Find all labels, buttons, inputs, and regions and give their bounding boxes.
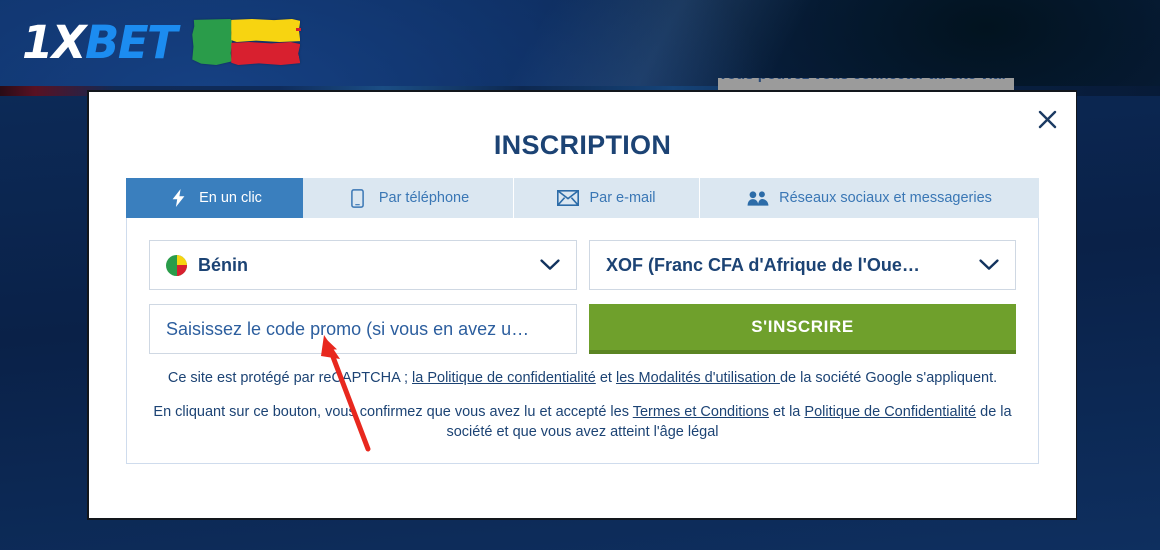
recaptcha-text-post: de la société Google s'appliquent.: [779, 370, 998, 386]
country-select-value: Bénin: [198, 254, 249, 275]
terms-legal-text: En cliquant sur ce bouton, vous confirme…: [149, 402, 1016, 443]
envelope-icon: [557, 188, 580, 208]
site-logo[interactable]: 1XBET: [22, 16, 302, 68]
logo-text-1x: 1X: [22, 15, 87, 69]
tab-by-phone[interactable]: Par téléphone: [303, 178, 514, 218]
currency-select[interactable]: XOF (Franc CFA d'Afrique de l'Oue…: [589, 240, 1016, 290]
promo-code-input[interactable]: [149, 304, 577, 354]
people-icon: [747, 188, 769, 208]
terms-text-pre: En cliquant sur ce bouton, vous confirme…: [153, 403, 633, 420]
country-select[interactable]: Bénin: [149, 240, 577, 290]
close-icon[interactable]: [1032, 104, 1062, 134]
phone-icon: [347, 188, 369, 208]
terms-of-use-link[interactable]: les Modalités d'utilisation: [616, 370, 780, 386]
tab-social-networks-label: Réseaux sociaux et messageries: [779, 190, 992, 206]
privacy-policy-link-2[interactable]: Politique de Confidentialité: [804, 404, 976, 420]
register-button[interactable]: S'INSCRIRE: [589, 304, 1016, 354]
tab-one-click-label: En un clic: [199, 190, 262, 206]
currency-select-value: XOF (Franc CFA d'Afrique de l'Oue…: [606, 254, 920, 275]
tab-by-email[interactable]: Par e-mail: [514, 178, 700, 218]
tab-social-networks[interactable]: Réseaux sociaux et messageries: [700, 178, 1039, 218]
terms-text-mid: et la: [768, 403, 805, 420]
registration-tabs: En un clic Par téléphone Par e-mail Rése…: [126, 178, 1039, 218]
registration-form: Bénin XOF (Franc CFA d'Afrique de l'Oue……: [126, 218, 1039, 464]
registration-modal: INSCRIPTION En un clic Par téléphone Par…: [87, 90, 1077, 520]
benin-flag-circle-icon: [166, 254, 187, 276]
form-row-promo-submit: S'INSCRIRE: [149, 304, 1016, 354]
chevron-down-icon: [540, 259, 560, 271]
benin-flag-icon: [192, 16, 302, 68]
tab-one-click[interactable]: En un clic: [126, 178, 303, 218]
lightning-icon: [167, 188, 189, 208]
form-row-selectors: Bénin XOF (Franc CFA d'Afrique de l'Oue…: [149, 240, 1016, 290]
terms-conditions-link[interactable]: Termes et Conditions: [633, 404, 769, 420]
tab-by-phone-label: Par téléphone: [378, 190, 470, 206]
recaptcha-legal-text: Ce site est protégé par reCAPTCHA ; la P…: [149, 368, 1016, 389]
page-title: INSCRIPTION: [493, 130, 672, 160]
obscured-background-text-value: Vous pouvez vous connecter au site via:: [718, 78, 1014, 83]
logo-text-bet: BET: [85, 15, 178, 69]
tab-by-email-label: Par e-mail: [589, 190, 656, 206]
recaptcha-text-pre: Ce site est protégé par reCAPTCHA ;: [167, 370, 413, 386]
chevron-down-icon: [979, 259, 999, 271]
logo-wordmark: 1XBET: [22, 20, 178, 65]
privacy-policy-link[interactable]: la Politique de confidentialité: [412, 370, 596, 386]
recaptcha-text-mid: et: [595, 370, 616, 386]
